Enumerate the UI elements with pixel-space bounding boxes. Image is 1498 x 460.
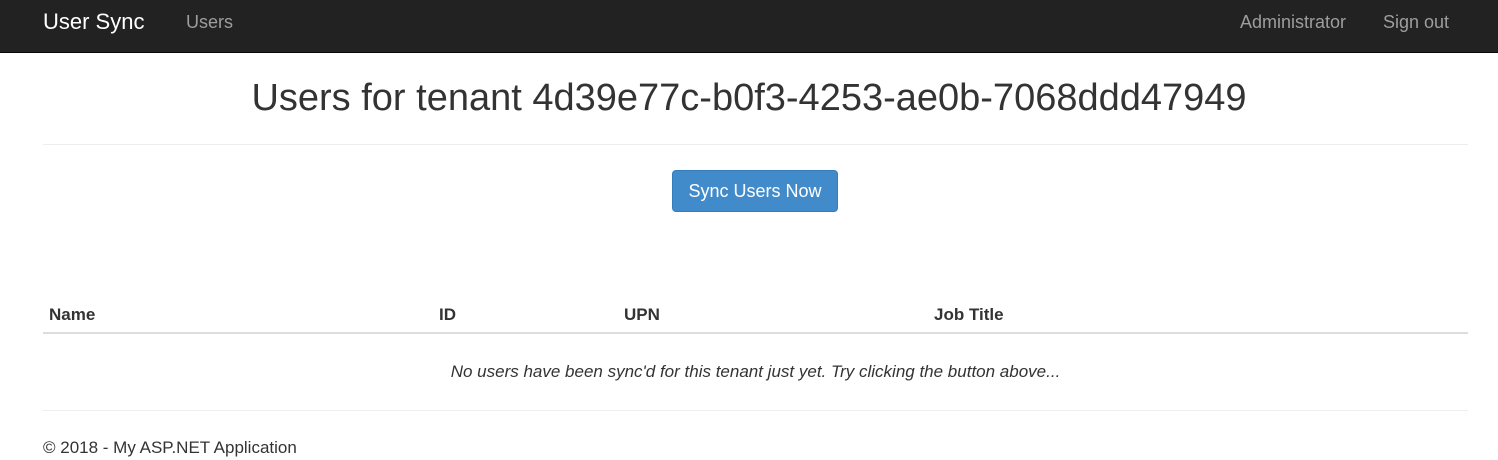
nav-link-sign-out[interactable]: Sign out [1383,12,1449,32]
divider-bottom [43,410,1468,411]
column-header-id[interactable]: ID [439,304,456,326]
sync-users-button[interactable]: Sync Users Now [672,170,838,212]
top-navbar: User Sync Users Administrator Sign out [0,0,1498,53]
footer-copyright: © 2018 - My ASP.NET Application [43,438,297,457]
column-header-job-title[interactable]: Job Title [934,304,1004,326]
page-title: Users for tenant 4d39e77c-b0f3-4253-ae0b… [251,77,1247,119]
column-header-name[interactable]: Name [49,304,95,326]
users-table-header: Name ID UPN Job Title [43,302,1468,334]
empty-table-message: No users have been sync'd for this tenan… [450,362,1061,381]
nav-link-administrator[interactable]: Administrator [1240,12,1346,32]
column-header-upn[interactable]: UPN [624,304,660,326]
brand-link[interactable]: User Sync [43,8,144,36]
divider-top [43,144,1468,145]
nav-link-users[interactable]: Users [186,12,233,32]
